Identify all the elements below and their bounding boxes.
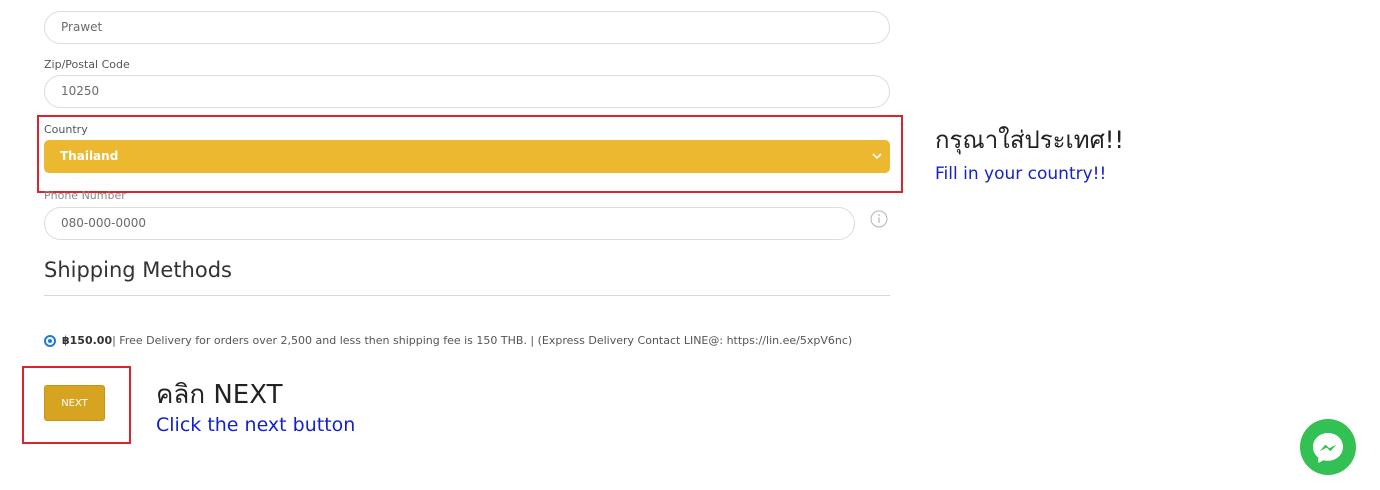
checkout-page: Prawet Zip/Postal Code 10250 Country Tha… (0, 0, 1380, 490)
shipping-option-text: ฿150.00| Free Delivery for orders over 2… (62, 334, 852, 347)
shipping-price: ฿150.00 (62, 334, 113, 347)
section-divider (44, 295, 890, 296)
shipping-option-radio[interactable] (44, 335, 56, 347)
zip-label: Zip/Postal Code (44, 58, 130, 71)
zip-field[interactable]: 10250 (44, 75, 890, 108)
shipping-description: | Free Delivery for orders over 2,500 an… (112, 334, 853, 347)
country-annotation-eng: Fill in your country!! (935, 164, 1107, 184)
city-field[interactable]: Prawet (44, 11, 890, 44)
country-annotation-thai: กรุณาใส่ประเทศ!! (935, 126, 1125, 154)
messenger-icon (1313, 433, 1343, 463)
info-icon[interactable] (870, 210, 888, 228)
next-highlight-box (22, 366, 131, 444)
phone-label: Phone Number (44, 189, 126, 202)
next-annotation-eng: Click the next button (156, 414, 356, 436)
country-highlight-box (37, 115, 903, 193)
shipping-methods-title: Shipping Methods (44, 258, 232, 282)
phone-field[interactable]: 080-000-0000 (44, 207, 855, 240)
next-annotation-thai: คลิก NEXT (156, 380, 283, 410)
messenger-chat-button[interactable] (1300, 419, 1356, 475)
